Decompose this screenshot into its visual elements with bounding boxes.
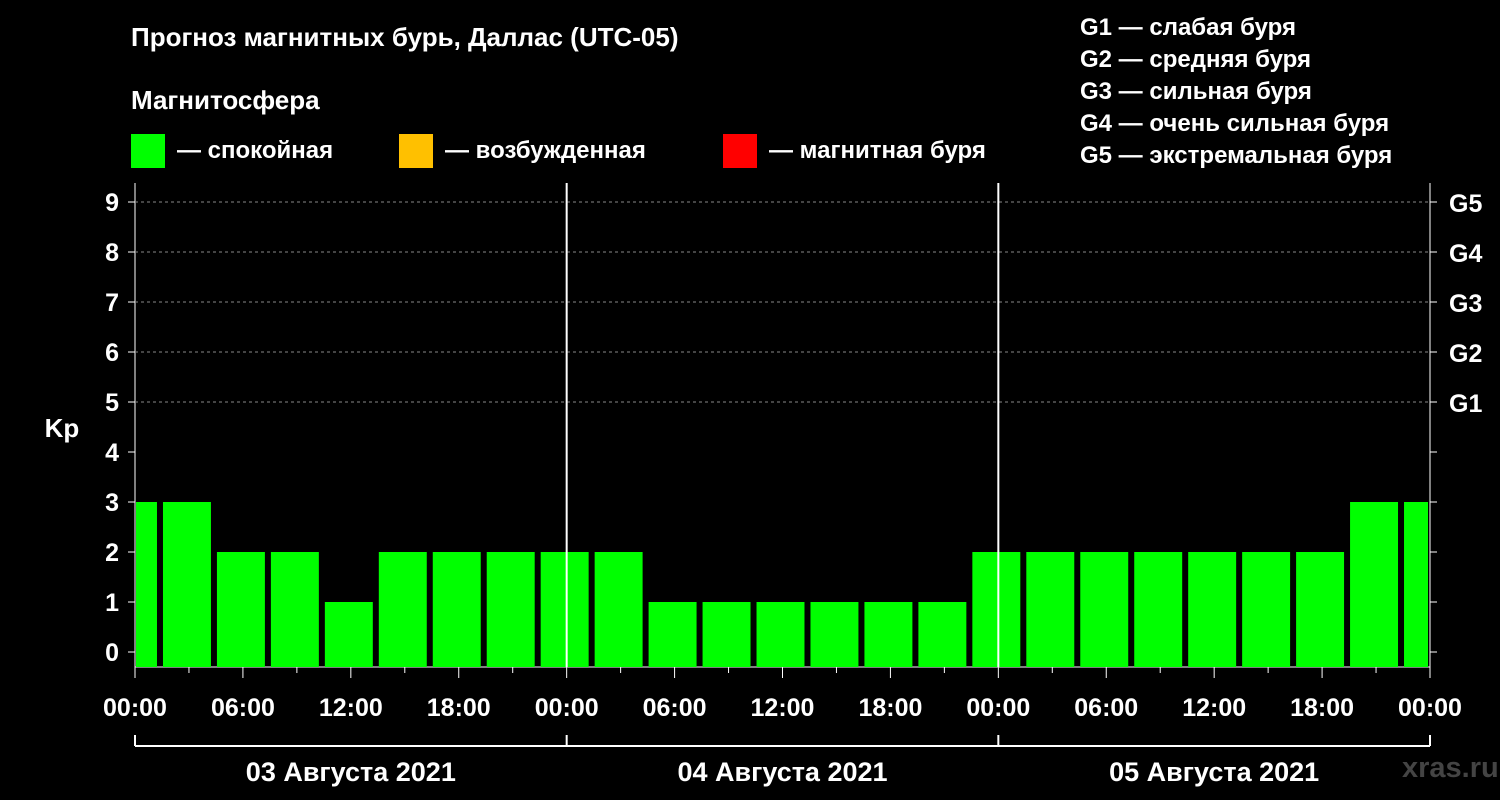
y-tick-label: 6: [105, 339, 119, 367]
x-tick-label: 12:00: [751, 694, 815, 722]
kp-bar: [756, 602, 805, 667]
y-tick-label: 3: [105, 489, 119, 517]
kp-bar: [594, 552, 643, 667]
y-tick-label: 9: [105, 189, 119, 217]
y-tick-label: 1: [105, 589, 119, 617]
kp-chart: 0 1 2 3 4 5 6 7 8 9 G1 G2 G3 G4 G5 Kp 00:00 06:00 12:00 18:…: [45, 183, 1482, 787]
y-axis-label: Kp: [45, 413, 80, 443]
day-label: 03 Августа 2021: [246, 757, 456, 787]
x-tick-label: 12:00: [319, 694, 383, 722]
kp-bar: [1026, 552, 1075, 667]
kp-bar: [702, 602, 751, 667]
day-label: 05 Августа 2021: [1109, 757, 1319, 787]
y-tick-label: 7: [105, 289, 119, 317]
y-tick-label: 0: [105, 639, 119, 667]
x-tick-label: 18:00: [427, 694, 491, 722]
x-tick-label: 06:00: [211, 694, 275, 722]
kp-bar: [1188, 552, 1237, 667]
kp-bar: [1296, 552, 1345, 667]
x-tick-label: 18:00: [1290, 694, 1354, 722]
day-label: 04 Августа 2021: [677, 757, 887, 787]
x-tick-label: 06:00: [643, 694, 707, 722]
kp-bar: [1404, 502, 1428, 667]
kp-bar: [270, 552, 319, 667]
kp-bar: [864, 602, 913, 667]
x-tick-label: 18:00: [858, 694, 922, 722]
g-level-label: G5: [1449, 190, 1482, 218]
y-tick-label: 2: [105, 539, 119, 567]
g-level-label: G2: [1449, 340, 1482, 368]
x-tick-label: 00:00: [966, 694, 1030, 722]
kp-bar: [648, 602, 697, 667]
g-level-label: G1: [1449, 390, 1482, 418]
x-tick-label: 00:00: [1398, 694, 1462, 722]
kp-bar: [1080, 552, 1129, 667]
kp-bar: [378, 552, 427, 667]
kp-bar: [324, 602, 373, 667]
kp-bar: [810, 602, 859, 667]
y-tick-label: 4: [105, 439, 119, 467]
x-tick-label: 00:00: [535, 694, 599, 722]
kp-bar: [1134, 552, 1183, 667]
g-level-label: G3: [1449, 290, 1482, 318]
g-level-label: G4: [1449, 240, 1482, 268]
kp-bar: [216, 552, 265, 667]
x-tick-label: 06:00: [1074, 694, 1138, 722]
kp-bar: [540, 552, 589, 667]
x-tick-label: 12:00: [1182, 694, 1246, 722]
kp-bar: [432, 552, 481, 667]
x-tick-label: 00:00: [103, 694, 167, 722]
watermark: xras.ru: [1402, 752, 1499, 784]
kp-bar: [136, 502, 157, 667]
kp-bar: [486, 552, 535, 667]
y-tick-label: 8: [105, 239, 119, 267]
y-tick-label: 5: [105, 389, 119, 417]
kp-bar: [162, 502, 211, 667]
kp-bar: [1350, 502, 1399, 667]
kp-bar: [918, 602, 967, 667]
kp-bar: [972, 552, 1021, 667]
kp-bar: [1242, 552, 1291, 667]
